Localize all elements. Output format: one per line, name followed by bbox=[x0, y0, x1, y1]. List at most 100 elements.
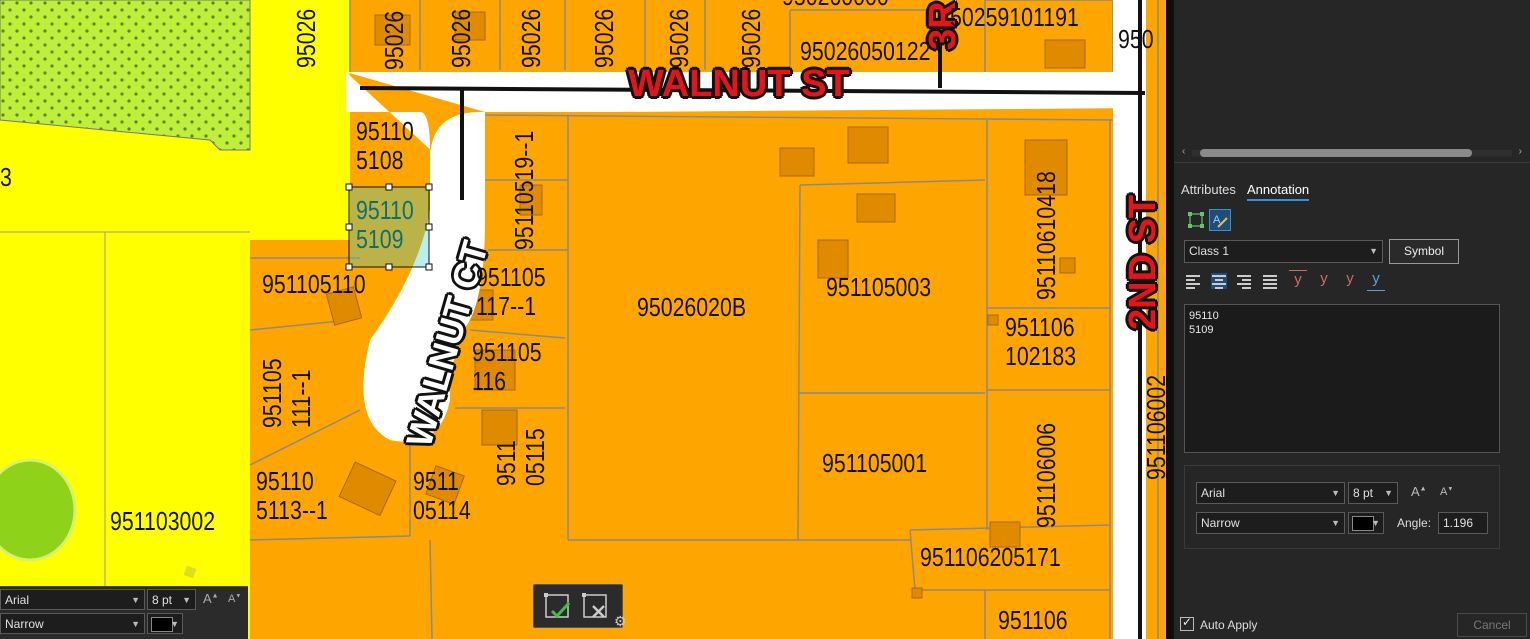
font-combo[interactable]: Arial ▼ bbox=[1196, 482, 1345, 504]
parcel-label: 95026 bbox=[446, 8, 476, 68]
parcel-label: 951105 117--1 bbox=[476, 262, 546, 322]
font-size-combo[interactable]: 8 pt ▼ bbox=[1348, 482, 1398, 504]
parcel-label: 951106002 bbox=[1141, 374, 1168, 480]
parcel-label: 951105003 bbox=[826, 272, 932, 302]
parcel-label: 951105 116 bbox=[472, 337, 542, 397]
parcel-label: 95110 5113--1 bbox=[256, 466, 328, 526]
vertical-align-bottom-icon[interactable]: y bbox=[1367, 270, 1385, 291]
parcel-label: 951103002 bbox=[110, 506, 216, 536]
tab-attributes[interactable]: Attributes bbox=[1181, 182, 1236, 197]
tab-annotation[interactable]: Annotation bbox=[1247, 182, 1310, 201]
discard-icon bbox=[582, 593, 607, 618]
decrease-font-icon[interactable]: A▼ bbox=[228, 593, 241, 605]
finish-icon bbox=[544, 593, 571, 619]
decrease-font-icon[interactable]: A▼ bbox=[1440, 486, 1453, 498]
parcel-label: 95026050122 bbox=[800, 36, 931, 66]
angle-label: Angle: bbox=[1397, 516, 1432, 530]
selected-annotation-text[interactable]: 95110 5109 bbox=[356, 195, 414, 254]
mini-style-combo[interactable]: Narrow ▼ bbox=[0, 613, 145, 634]
mini-size-value: 8 pt bbox=[152, 593, 173, 607]
parcel-label: 951106006 bbox=[1031, 422, 1061, 528]
chevron-down-icon: ▼ bbox=[1369, 246, 1378, 256]
mini-font-combo[interactable]: Arial ▼ bbox=[0, 589, 145, 610]
modify-features-pane: ‹ › Attributes Annotation A Class 1 ▼ Sym… bbox=[1174, 0, 1530, 639]
parcel-label: 951106 bbox=[998, 605, 1068, 635]
align-center-button[interactable] bbox=[1211, 273, 1227, 289]
chevron-down-icon: ▼ bbox=[1384, 488, 1393, 498]
chevron-down-icon: ▼ bbox=[131, 619, 140, 629]
scroll-thumb[interactable] bbox=[1200, 149, 1472, 157]
parcel-label: 950 bbox=[1118, 24, 1154, 54]
pane-divider[interactable] bbox=[1166, 0, 1174, 639]
chevron-down-icon: ▼ bbox=[1331, 518, 1340, 528]
parcel-label: 950260000 bbox=[782, 0, 889, 11]
mini-size-combo[interactable]: 8 pt ▼ bbox=[147, 589, 196, 610]
font-settings-group: Arial ▼ 8 pt ▼ A▲ A▼ Narrow ▼ ▼ Angle: 1.19… bbox=[1184, 465, 1500, 549]
parcel-label: 95026020B bbox=[637, 292, 747, 322]
class-value: Class 1 bbox=[1189, 244, 1230, 258]
finish-edit-button[interactable] bbox=[542, 591, 572, 621]
checkbox-icon bbox=[1180, 615, 1194, 631]
class-combo[interactable]: Class 1 ▼ bbox=[1184, 240, 1383, 263]
font-color-picker[interactable]: ▼ bbox=[1348, 512, 1384, 534]
parcel-label: 95110519--1 bbox=[509, 130, 539, 250]
parcel-label: 95026 bbox=[664, 8, 694, 68]
vertical-align-baseline-icon[interactable]: y bbox=[1341, 270, 1359, 290]
gear-icon[interactable]: ⚙ bbox=[614, 613, 627, 630]
edit-vertices-button[interactable] bbox=[1185, 209, 1207, 231]
parcel-label: 95026 bbox=[736, 8, 766, 68]
scroll-right-icon[interactable]: › bbox=[1519, 146, 1522, 157]
map-view[interactable]: WALNUT ST WALNUT CT 2ND ST 3R 95026 9502… bbox=[0, 0, 1168, 639]
auto-apply-label: Auto Apply bbox=[1200, 618, 1258, 632]
parcel-label: 9511 05115 bbox=[491, 428, 551, 486]
mini-style-value: Narrow bbox=[5, 617, 44, 631]
align-justify-button[interactable] bbox=[1263, 273, 1279, 289]
parcel-label: 95026 bbox=[589, 8, 619, 68]
annotation-edit-icon: A bbox=[1213, 214, 1228, 228]
parcel-label: 95110 5108 bbox=[356, 116, 414, 176]
align-left-button[interactable] bbox=[1186, 273, 1202, 289]
yellow-zone-bottom bbox=[0, 230, 250, 639]
parcel-label: 95110610418 bbox=[1031, 171, 1061, 300]
vertical-align-center-icon[interactable]: y bbox=[1315, 270, 1333, 290]
parcel-label: 951105 111--1 bbox=[257, 358, 317, 428]
font-style-value: Narrow bbox=[1201, 516, 1240, 530]
street-label-walnut-st: WALNUT ST bbox=[628, 63, 850, 105]
mini-color-picker[interactable]: ▼ bbox=[147, 613, 183, 634]
auto-apply-checkbox[interactable]: Auto Apply bbox=[1180, 615, 1258, 632]
chevron-down-icon: ▼ bbox=[1331, 488, 1340, 498]
parcel-label: 9511 05114 bbox=[413, 466, 471, 526]
edit-annotation-button[interactable]: A bbox=[1209, 209, 1231, 231]
chevron-down-icon: ▼ bbox=[182, 595, 191, 605]
discard-edit-button[interactable] bbox=[580, 591, 610, 621]
divider bbox=[1174, 162, 1530, 163]
mini-font-value: Arial bbox=[5, 593, 30, 607]
parcel-label: 95026 bbox=[516, 8, 546, 68]
font-value: Arial bbox=[1201, 486, 1226, 500]
parcel-label: 951105001 bbox=[822, 448, 928, 478]
scroll-left-icon[interactable]: ‹ bbox=[1182, 146, 1185, 157]
align-right-button[interactable] bbox=[1237, 273, 1253, 289]
vertices-icon bbox=[1188, 212, 1204, 228]
chevron-down-icon: ▼ bbox=[170, 619, 179, 629]
pond bbox=[0, 458, 77, 562]
parcel-label: 50259101191 bbox=[950, 2, 1079, 32]
vertical-align-top-icon[interactable]: y bbox=[1289, 270, 1307, 291]
angle-input[interactable]: 1.196 bbox=[1438, 512, 1488, 534]
chevron-down-icon: ▼ bbox=[131, 595, 140, 605]
edit-floating-toolbar: ⚙ bbox=[533, 584, 627, 629]
increase-font-icon[interactable]: A▲ bbox=[203, 591, 219, 606]
font-style-combo[interactable]: Narrow ▼ bbox=[1196, 512, 1345, 534]
horizontal-scrollbar[interactable]: ‹ › bbox=[1182, 146, 1522, 158]
symbol-button[interactable]: Symbol bbox=[1389, 239, 1459, 264]
parcel-label: 95026 bbox=[379, 10, 409, 70]
chevron-down-icon: ▼ bbox=[1371, 518, 1380, 528]
increase-font-icon[interactable]: A▲ bbox=[1411, 484, 1427, 499]
font-size-value: 8 pt bbox=[1353, 486, 1374, 500]
cancel-button[interactable]: Cancel bbox=[1457, 613, 1527, 637]
annotation-text-input[interactable]: 95110 5109 bbox=[1184, 304, 1500, 453]
parcel-label: 95026 bbox=[291, 8, 321, 68]
parcel-label: 951106 102183 bbox=[1005, 312, 1077, 372]
mini-format-toolbar: Arial ▼ 8 pt ▼ A▲ A▼ Narrow ▼ ▼ bbox=[0, 586, 248, 639]
parcel-label: 3 bbox=[0, 162, 12, 192]
